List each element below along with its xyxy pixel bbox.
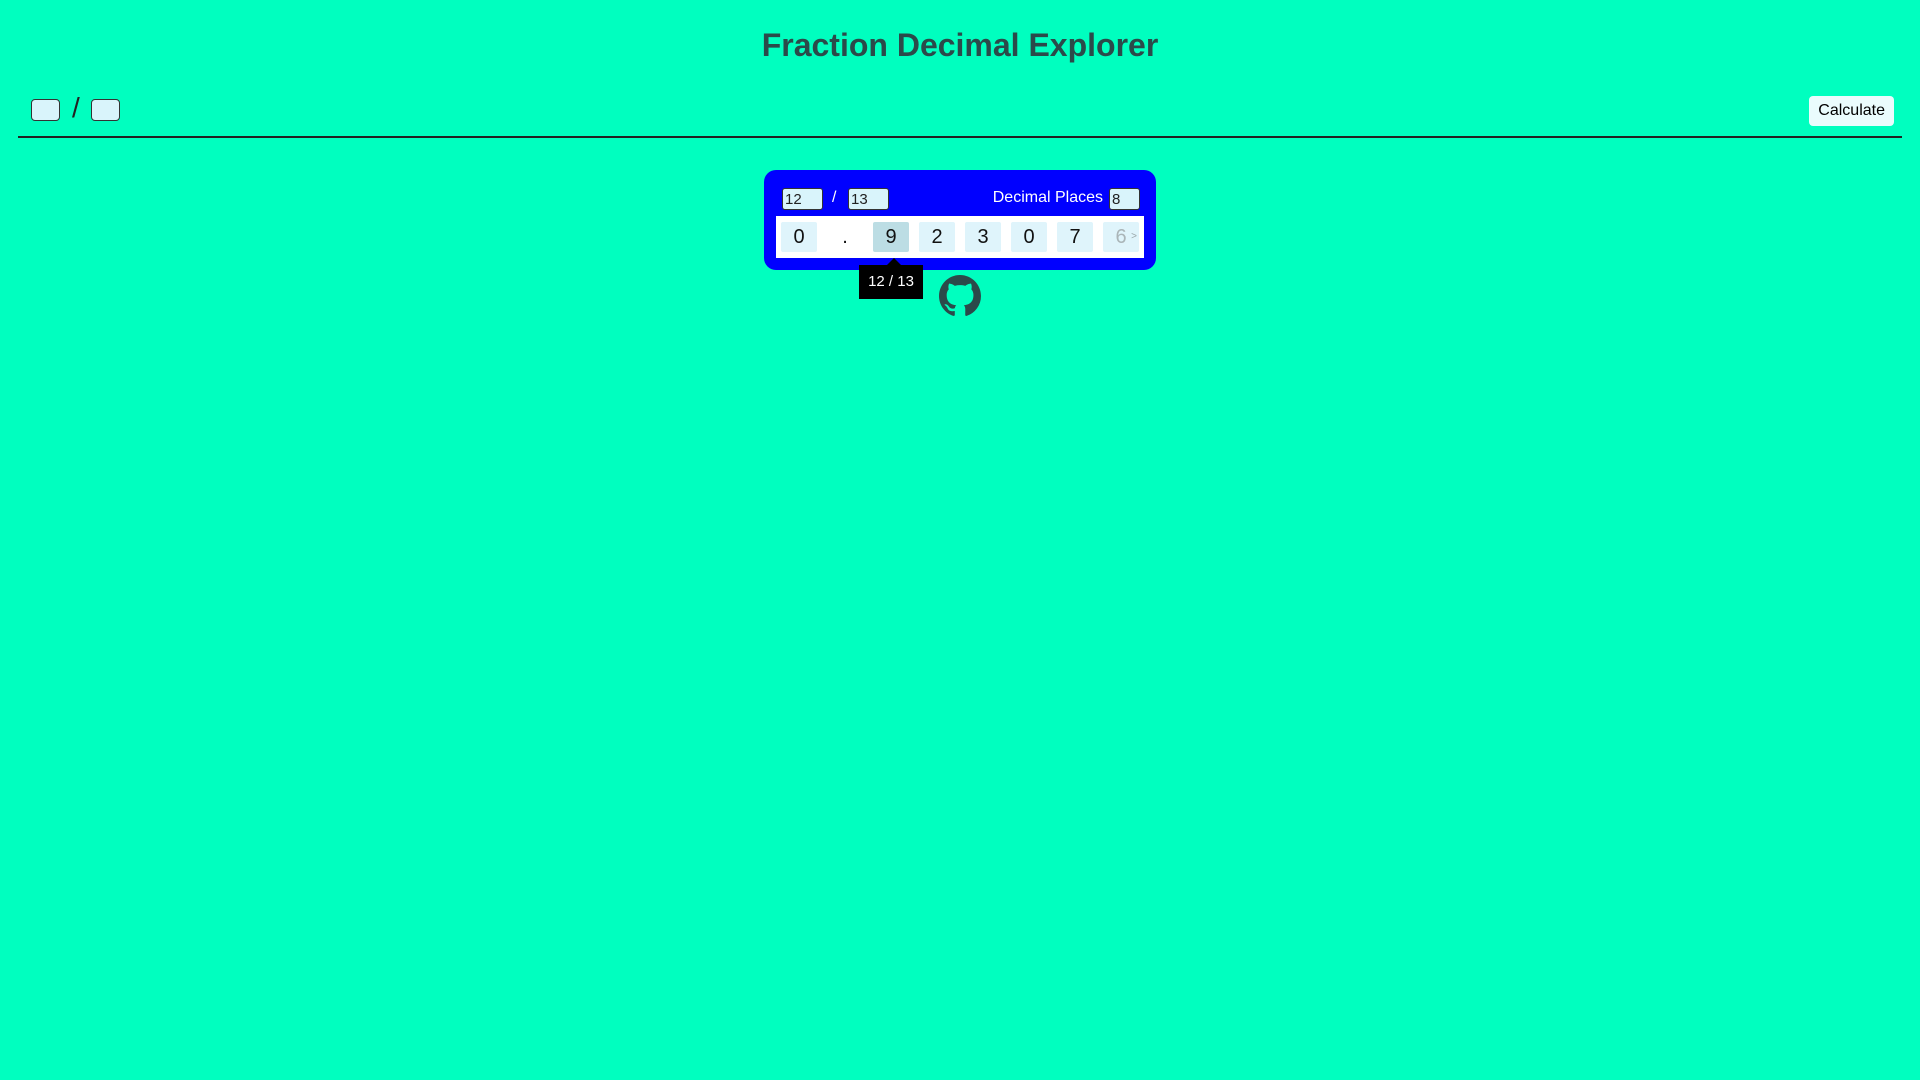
github-icon[interactable] [939,275,981,317]
digit-tooltip: 12 / 13 [859,258,923,299]
fraction-slash: / [72,92,80,123]
digit-cell[interactable]: 0 [1011,222,1047,252]
decimal-places-input[interactable] [1109,188,1140,210]
github-icon-glyph [939,275,981,316]
denominator-input[interactable] [91,99,120,121]
card-numerator-input[interactable] [782,188,823,210]
decimal-digits-row: 0 . 9 2 3 0 7 6 > [776,216,1144,258]
digit-cell-partial-value: 6 [1115,226,1127,248]
decimal-point: . [842,226,848,248]
fraction-input-bar: / Calculate [18,80,1902,138]
calculate-button[interactable]: Calculate [1809,96,1894,126]
card-fraction-slash: / [832,189,837,206]
card-denominator-input[interactable] [848,188,889,210]
digit-cell[interactable]: 0 [781,222,817,252]
digit-cell[interactable]: 2 [919,222,955,252]
digit-cell[interactable]: 3 [965,222,1001,252]
page-title: Fraction Decimal Explorer [761,27,1159,63]
digit-cell-active[interactable]: 9 [873,222,909,252]
digit-cell-partial[interactable]: 6 > [1103,222,1139,252]
fraction-card: / Decimal Places 0 . 9 2 3 0 7 6> [764,170,1156,270]
page: Fraction Decimal Explorer / Calculate / … [0,0,1920,1080]
numerator-input[interactable] [31,99,60,121]
digit-cell[interactable]: 7 [1057,222,1093,252]
decimal-places-label: Decimal Places [992,189,1103,206]
more-digits-icon: > [1131,231,1137,242]
